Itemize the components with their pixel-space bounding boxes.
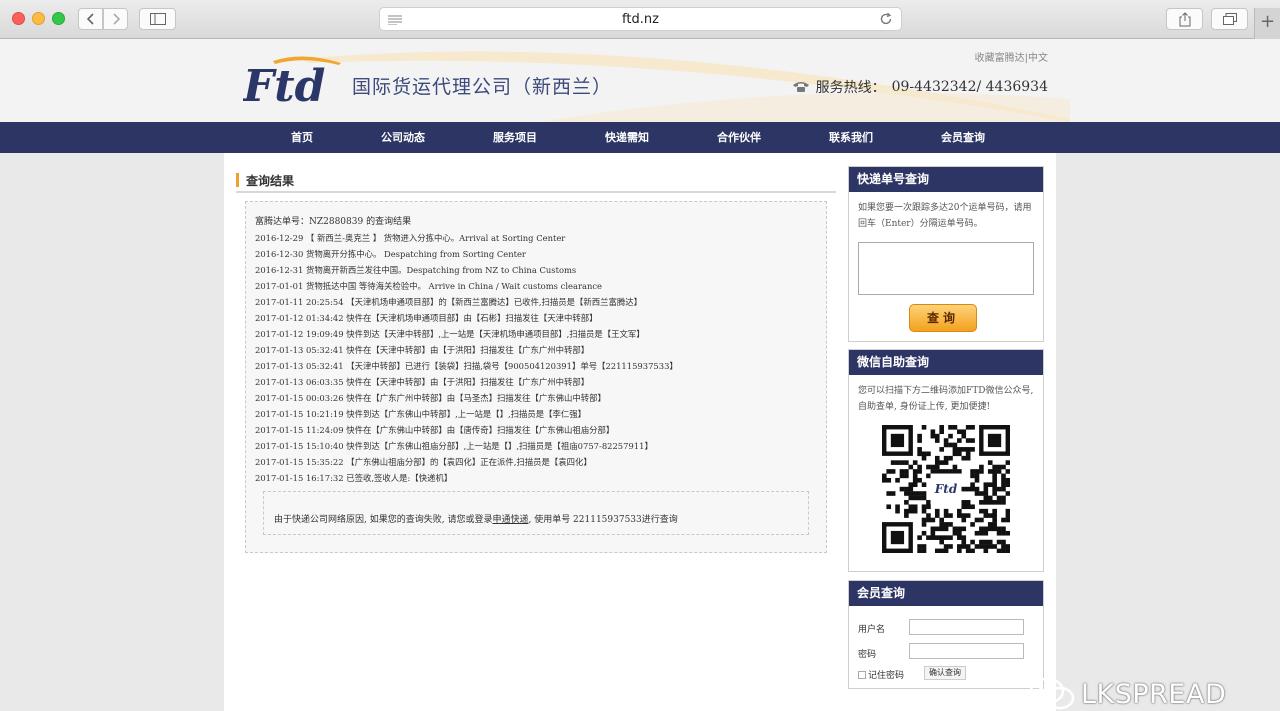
username-label: 用户名 [858, 625, 886, 635]
nav-item-express-notice[interactable]: 快递需知 [605, 122, 649, 153]
content-area: 查询结果 富腾达单号：NZ2880839 的查询结果 2016-12-29 【 … [224, 153, 1056, 711]
url-text: ftd.nz [622, 12, 659, 27]
wechat-query-desc: 您可以扫描下方二维码添加FTD微信公众号, 自助查单, 身份证上传, 更加便捷! [858, 386, 1034, 412]
reload-icon[interactable] [879, 12, 893, 26]
query-button[interactable]: 查询 [909, 304, 977, 332]
tracking-entry: 2017-01-15 15:10:40 快件到达【广东佛山祖庙分部】,上一站是【… [255, 441, 653, 451]
site-header: Ftd 国际货运代理公司（新西兰） 收藏富腾达|中文 服务热线： 09-4432… [0, 39, 1280, 122]
sidebar-icon [149, 13, 166, 25]
remember-label: 记住密码 [868, 671, 905, 681]
top-links: 收藏富腾达|中文 [975, 49, 1048, 64]
web-page: Ftd 国际货运代理公司（新西兰） 收藏富腾达|中文 服务热线： 09-4432… [0, 39, 1280, 711]
plus-icon: + [1259, 11, 1276, 32]
express-query-panel: 快递单号查询 如果您要一次跟踪多达20个运单号码，请用回车（Enter）分隔运单… [848, 166, 1044, 342]
wechat-icon [1029, 677, 1075, 710]
share-icon [1179, 11, 1190, 26]
confirm-query-button[interactable]: 确认查询 [924, 666, 966, 680]
tracking-entry: 2016-12-30 货物离开分拣中心。 Despatching from So… [255, 249, 526, 259]
result-title: 查询结果 [246, 174, 295, 188]
fullscreen-window-button[interactable] [52, 12, 65, 25]
member-query-title: 会员查询 [849, 581, 1043, 606]
chevron-left-icon [86, 13, 94, 25]
result-heading: 富腾达单号：NZ2880839 的查询结果 [255, 217, 412, 227]
nav-item-member-query[interactable]: 会员查询 [941, 122, 985, 153]
tracking-entry: 2016-12-29 【 新西兰-奥克兰 】 货物进入分拣中心。Arrival … [255, 233, 566, 243]
query-note: 由于快递公司网络原因, 如果您的查询失败, 请您或登录申通快递, 使用单号 22… [274, 512, 678, 525]
qr-center-logo: Ftd [934, 482, 958, 496]
hotline-label: 服务热线： [815, 80, 886, 96]
tracking-entry: 2017-01-13 06:03:35 快件在【天津中转部】由【于洪阳】扫描发往… [255, 377, 590, 387]
chevron-right-icon [112, 13, 120, 25]
back-button[interactable] [78, 8, 103, 30]
company-name: 国际货运代理公司（新西兰） [352, 76, 613, 98]
tracking-entry: 2017-01-12 01:34:42 快件在【天津机场申通项目部】由【石彬】扫… [255, 313, 598, 323]
tracking-entry: 2017-01-01 货物抵达中国 等待海关检验中。 Arrive in Chi… [255, 281, 602, 291]
remember-checkbox[interactable] [858, 670, 866, 679]
nav-item-services[interactable]: 服务项目 [493, 122, 537, 153]
tracking-entry: 2017-01-11 20:25:54 【天津机场申通项目部】的【新西兰富腾达】… [255, 297, 643, 307]
nav-item-news[interactable]: 公司动态 [381, 122, 425, 153]
wechat-qr-code: Ftd [882, 425, 1010, 553]
hotline-number: 09-4432342/ 4436934 [891, 79, 1048, 95]
address-bar[interactable]: ftd.nz [379, 7, 902, 31]
tracking-entry: 2017-01-15 16:17:32 已签收,签收人是:【快递机】 [255, 473, 453, 483]
watermark-text: LKSPREAD [1081, 678, 1227, 710]
tracking-entry: 2017-01-15 15:35:22 【广东佛山祖庙分部】的【袁四化】正在派件… [255, 457, 592, 467]
sidebar-toggle-button[interactable] [139, 8, 176, 30]
watermark: LKSPREAD [1029, 677, 1226, 711]
minimize-window-button[interactable] [32, 12, 45, 25]
express-query-desc: 如果您要一次跟踪多达20个运单号码，请用回车（Enter）分隔运单号码。 [858, 203, 1032, 229]
svg-text:Ftd: Ftd [243, 61, 325, 107]
tracking-entry: 2017-01-15 10:21:19 快件到达【广东佛山中转部】,上一站是【】… [255, 409, 587, 419]
tabs-overview-button[interactable] [1211, 8, 1248, 30]
username-input[interactable] [909, 619, 1024, 635]
main-nav: 首页 公司动态 服务项目 快递需知 合作伙伴 联系我们 会员查询 [0, 122, 1280, 153]
remember-password[interactable]: 记住密码 [858, 668, 904, 681]
tabs-icon [1222, 13, 1237, 25]
result-title-bar: 查询结果 [236, 171, 836, 193]
wechat-query-title: 微信自助查询 [849, 350, 1043, 375]
tracking-list: 2016-12-29 【 新西兰-奥克兰 】 货物进入分拣中心。Arrival … [255, 230, 678, 486]
express-query-title: 快递单号查询 [849, 167, 1043, 192]
title-accent [236, 173, 239, 187]
new-tab-button[interactable]: + [1254, 8, 1280, 39]
sto-express-link[interactable]: 申通快递 [492, 515, 528, 525]
phone-icon [792, 82, 809, 92]
hotline: 服务热线： 09-4432342/ 4436934 [792, 77, 1048, 97]
tracking-entry: 2017-01-13 05:32:41 【天津中转部】已进行【装袋】扫描,袋号【… [255, 361, 678, 371]
password-input[interactable] [909, 643, 1024, 659]
tracking-entry: 2017-01-12 19:09:49 快件到达【天津中转部】,上一站是【天津机… [255, 329, 645, 339]
tracking-entry: 2017-01-15 11:24:09 快件在【广东佛山中转部】由【唐传奇】扫描… [255, 425, 615, 435]
query-note-box: 由于快递公司网络原因, 如果您的查询失败, 请您或登录申通快递, 使用单号 22… [263, 491, 809, 535]
share-button[interactable] [1166, 8, 1203, 30]
nav-item-home[interactable]: 首页 [291, 122, 313, 153]
close-window-button[interactable] [12, 12, 25, 25]
nav-item-partners[interactable]: 合作伙伴 [717, 122, 761, 153]
forward-button[interactable] [103, 8, 128, 30]
wechat-query-panel: 微信自助查询 您可以扫描下方二维码添加FTD微信公众号, 自助查单, 身份证上传… [848, 349, 1044, 572]
tracking-entry: 2016-12-31 货物离开新西兰发往中国。Despatching from … [255, 265, 577, 275]
browser-toolbar: ftd.nz + [0, 0, 1280, 39]
member-query-panel: 会员查询 用户名 密码 记住密码 确认查询 [848, 580, 1044, 689]
note-suffix: , 使用单号 221115937533进行查询 [528, 515, 678, 525]
tracking-entry: 2017-01-15 00:03:26 快件在【广东广州中转部】由【马圣杰】扫描… [255, 393, 606, 403]
nav-item-contact[interactable]: 联系我们 [829, 122, 873, 153]
password-label: 密码 [858, 650, 877, 660]
ftd-logo[interactable]: Ftd [243, 53, 343, 107]
tracking-entry: 2017-01-13 05:32:41 快件在【天津中转部】由【于洪阳】扫描发往… [255, 345, 590, 355]
result-box: 富腾达单号：NZ2880839 的查询结果 2016-12-29 【 新西兰-奥… [245, 201, 827, 553]
tracking-numbers-textarea[interactable] [858, 242, 1034, 295]
add-favorite-link[interactable]: 收藏富腾达 [975, 53, 1025, 64]
note-prefix: 由于快递公司网络原因, 如果您的查询失败, 请您或登录 [274, 515, 493, 525]
language-link[interactable]: 中文 [1028, 53, 1048, 64]
